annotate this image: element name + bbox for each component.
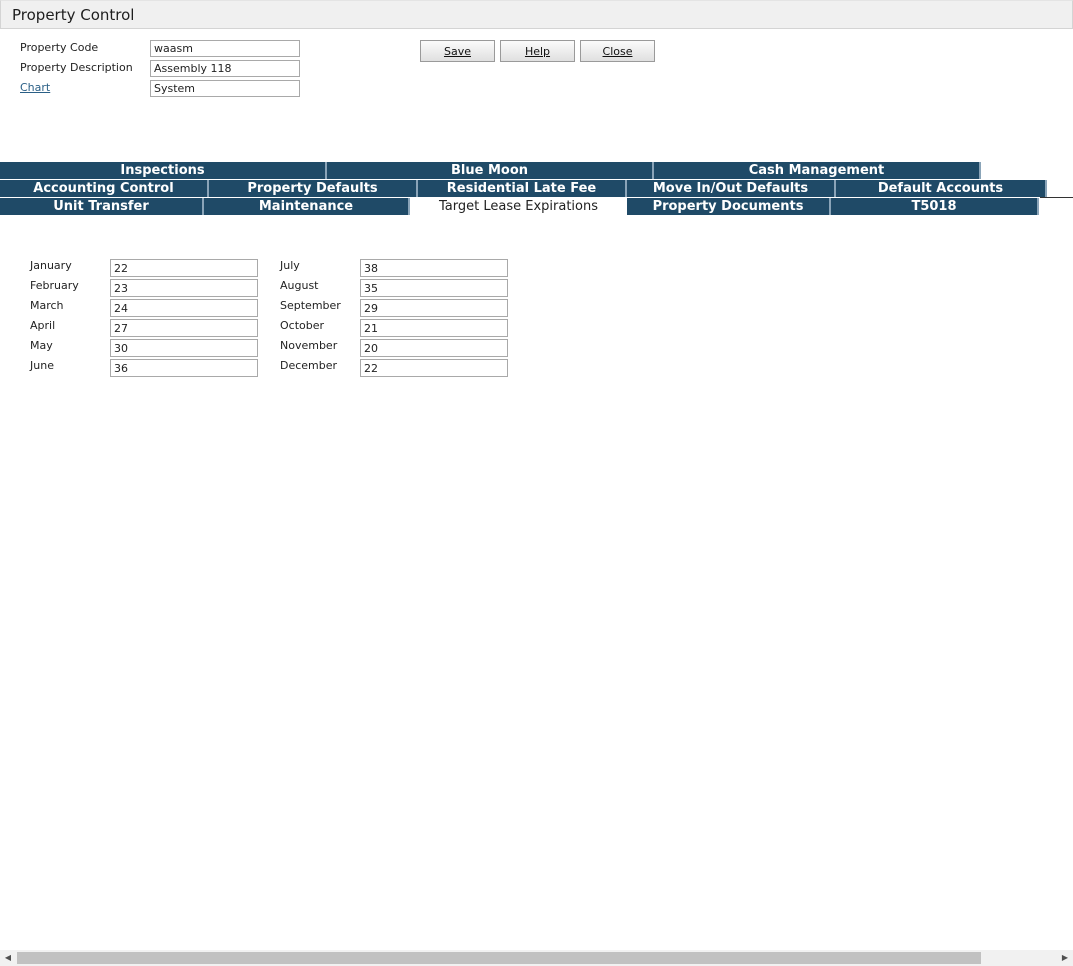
may-label: May — [30, 339, 53, 352]
property-code-field[interactable] — [150, 40, 300, 57]
tab-property-documents[interactable]: Property Documents — [627, 198, 831, 215]
march-label: March — [30, 299, 64, 312]
tab-default-accounts[interactable]: Default Accounts — [836, 180, 1047, 197]
october-field[interactable] — [360, 319, 508, 337]
may-field[interactable] — [110, 339, 258, 357]
tab-property-defaults[interactable]: Property Defaults — [209, 180, 418, 197]
august-field[interactable] — [360, 279, 508, 297]
february-label: February — [30, 279, 79, 292]
horizontal-scrollbar[interactable]: ◀ ▶ — [0, 950, 1073, 966]
property-description-label: Property Description — [20, 61, 133, 74]
close-button[interactable]: Close — [580, 40, 655, 62]
tab-unit-transfer[interactable]: Unit Transfer — [0, 198, 204, 215]
property-code-label: Property Code — [20, 41, 99, 54]
tab-blue-moon[interactable]: Blue Moon — [327, 162, 654, 179]
tab-cash-management[interactable]: Cash Management — [654, 162, 981, 179]
april-label: April — [30, 319, 56, 332]
september-label: September — [280, 299, 341, 312]
november-label: November — [280, 339, 338, 352]
chart-field[interactable] — [150, 80, 300, 97]
october-label: October — [280, 319, 325, 332]
chart-link[interactable]: Chart — [20, 81, 50, 94]
scrollbar-thumb[interactable] — [17, 952, 981, 964]
january-label: January — [30, 259, 72, 272]
august-label: August — [280, 279, 319, 292]
tab-inspections[interactable]: Inspections — [0, 162, 327, 179]
tab-residential-late-fee[interactable]: Residential Late Fee — [418, 180, 627, 197]
july-label: July — [280, 259, 300, 272]
march-field[interactable] — [110, 299, 258, 317]
tab-divider — [1040, 197, 1073, 198]
chevron-left-icon[interactable]: ◀ — [2, 952, 14, 964]
chevron-right-icon[interactable]: ▶ — [1059, 952, 1071, 964]
property-description-field[interactable] — [150, 60, 300, 77]
january-field[interactable] — [110, 259, 258, 277]
september-field[interactable] — [360, 299, 508, 317]
february-field[interactable] — [110, 279, 258, 297]
tab-move-in-out-defaults[interactable]: Move In/Out Defaults — [627, 180, 836, 197]
title-bar: Property Control — [0, 0, 1073, 29]
tab-target-lease-expirations[interactable]: Target Lease Expirations — [410, 198, 627, 216]
july-field[interactable] — [360, 259, 508, 277]
june-label: June — [30, 359, 54, 372]
tab-accounting-control[interactable]: Accounting Control — [0, 180, 209, 197]
tab-t5018[interactable]: T5018 — [831, 198, 1039, 215]
november-field[interactable] — [360, 339, 508, 357]
tab-maintenance[interactable]: Maintenance — [204, 198, 410, 215]
december-label: December — [280, 359, 338, 372]
june-field[interactable] — [110, 359, 258, 377]
save-button[interactable]: Save — [420, 40, 495, 62]
page-title: Property Control — [12, 6, 135, 24]
help-button[interactable]: Help — [500, 40, 575, 62]
december-field[interactable] — [360, 359, 508, 377]
april-field[interactable] — [110, 319, 258, 337]
